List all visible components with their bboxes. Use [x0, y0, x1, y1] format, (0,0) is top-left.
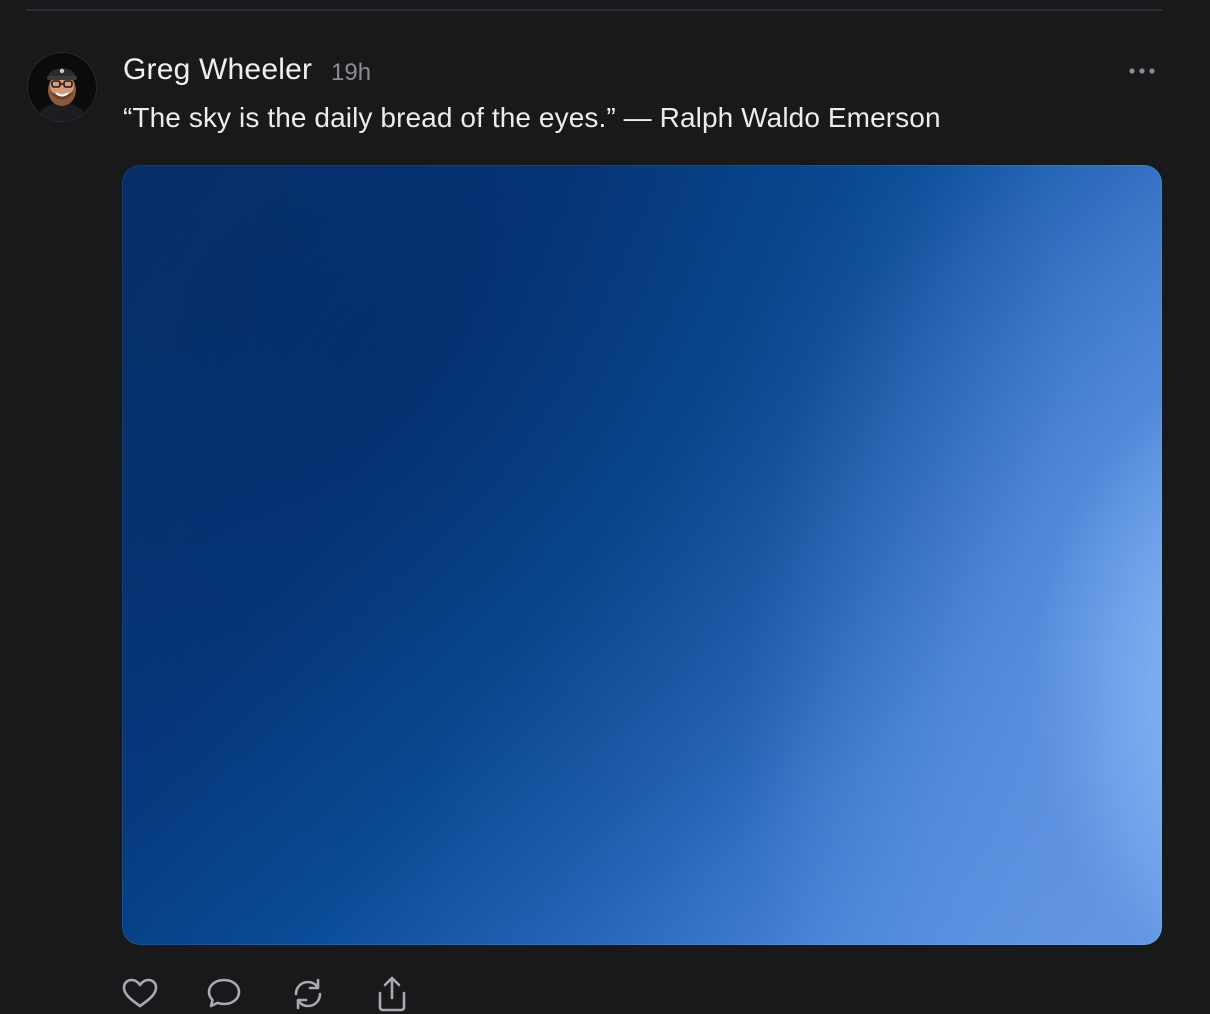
post: Greg Wheeler 19h “The sky is the daily b… — [0, 0, 1210, 1012]
post-image[interactable] — [122, 165, 1162, 945]
repost-button[interactable] — [288, 974, 328, 1014]
author-name[interactable]: Greg Wheeler — [123, 53, 312, 87]
post-timestamp[interactable]: 19h — [331, 59, 371, 87]
post-text: “The sky is the daily bread of the eyes.… — [123, 102, 941, 133]
share-button[interactable] — [372, 974, 412, 1014]
heart-icon — [122, 978, 158, 1008]
avatar-image — [28, 53, 96, 121]
like-button[interactable] — [120, 974, 160, 1014]
reply-button[interactable] — [204, 974, 244, 1014]
repost-icon — [294, 978, 322, 1010]
share-icon — [378, 976, 406, 1012]
avatar[interactable] — [28, 53, 96, 121]
more-horizontal-icon — [1129, 68, 1155, 74]
post-actions — [120, 974, 440, 1014]
comment-icon — [207, 978, 241, 1008]
more-options-button[interactable] — [1124, 58, 1160, 84]
